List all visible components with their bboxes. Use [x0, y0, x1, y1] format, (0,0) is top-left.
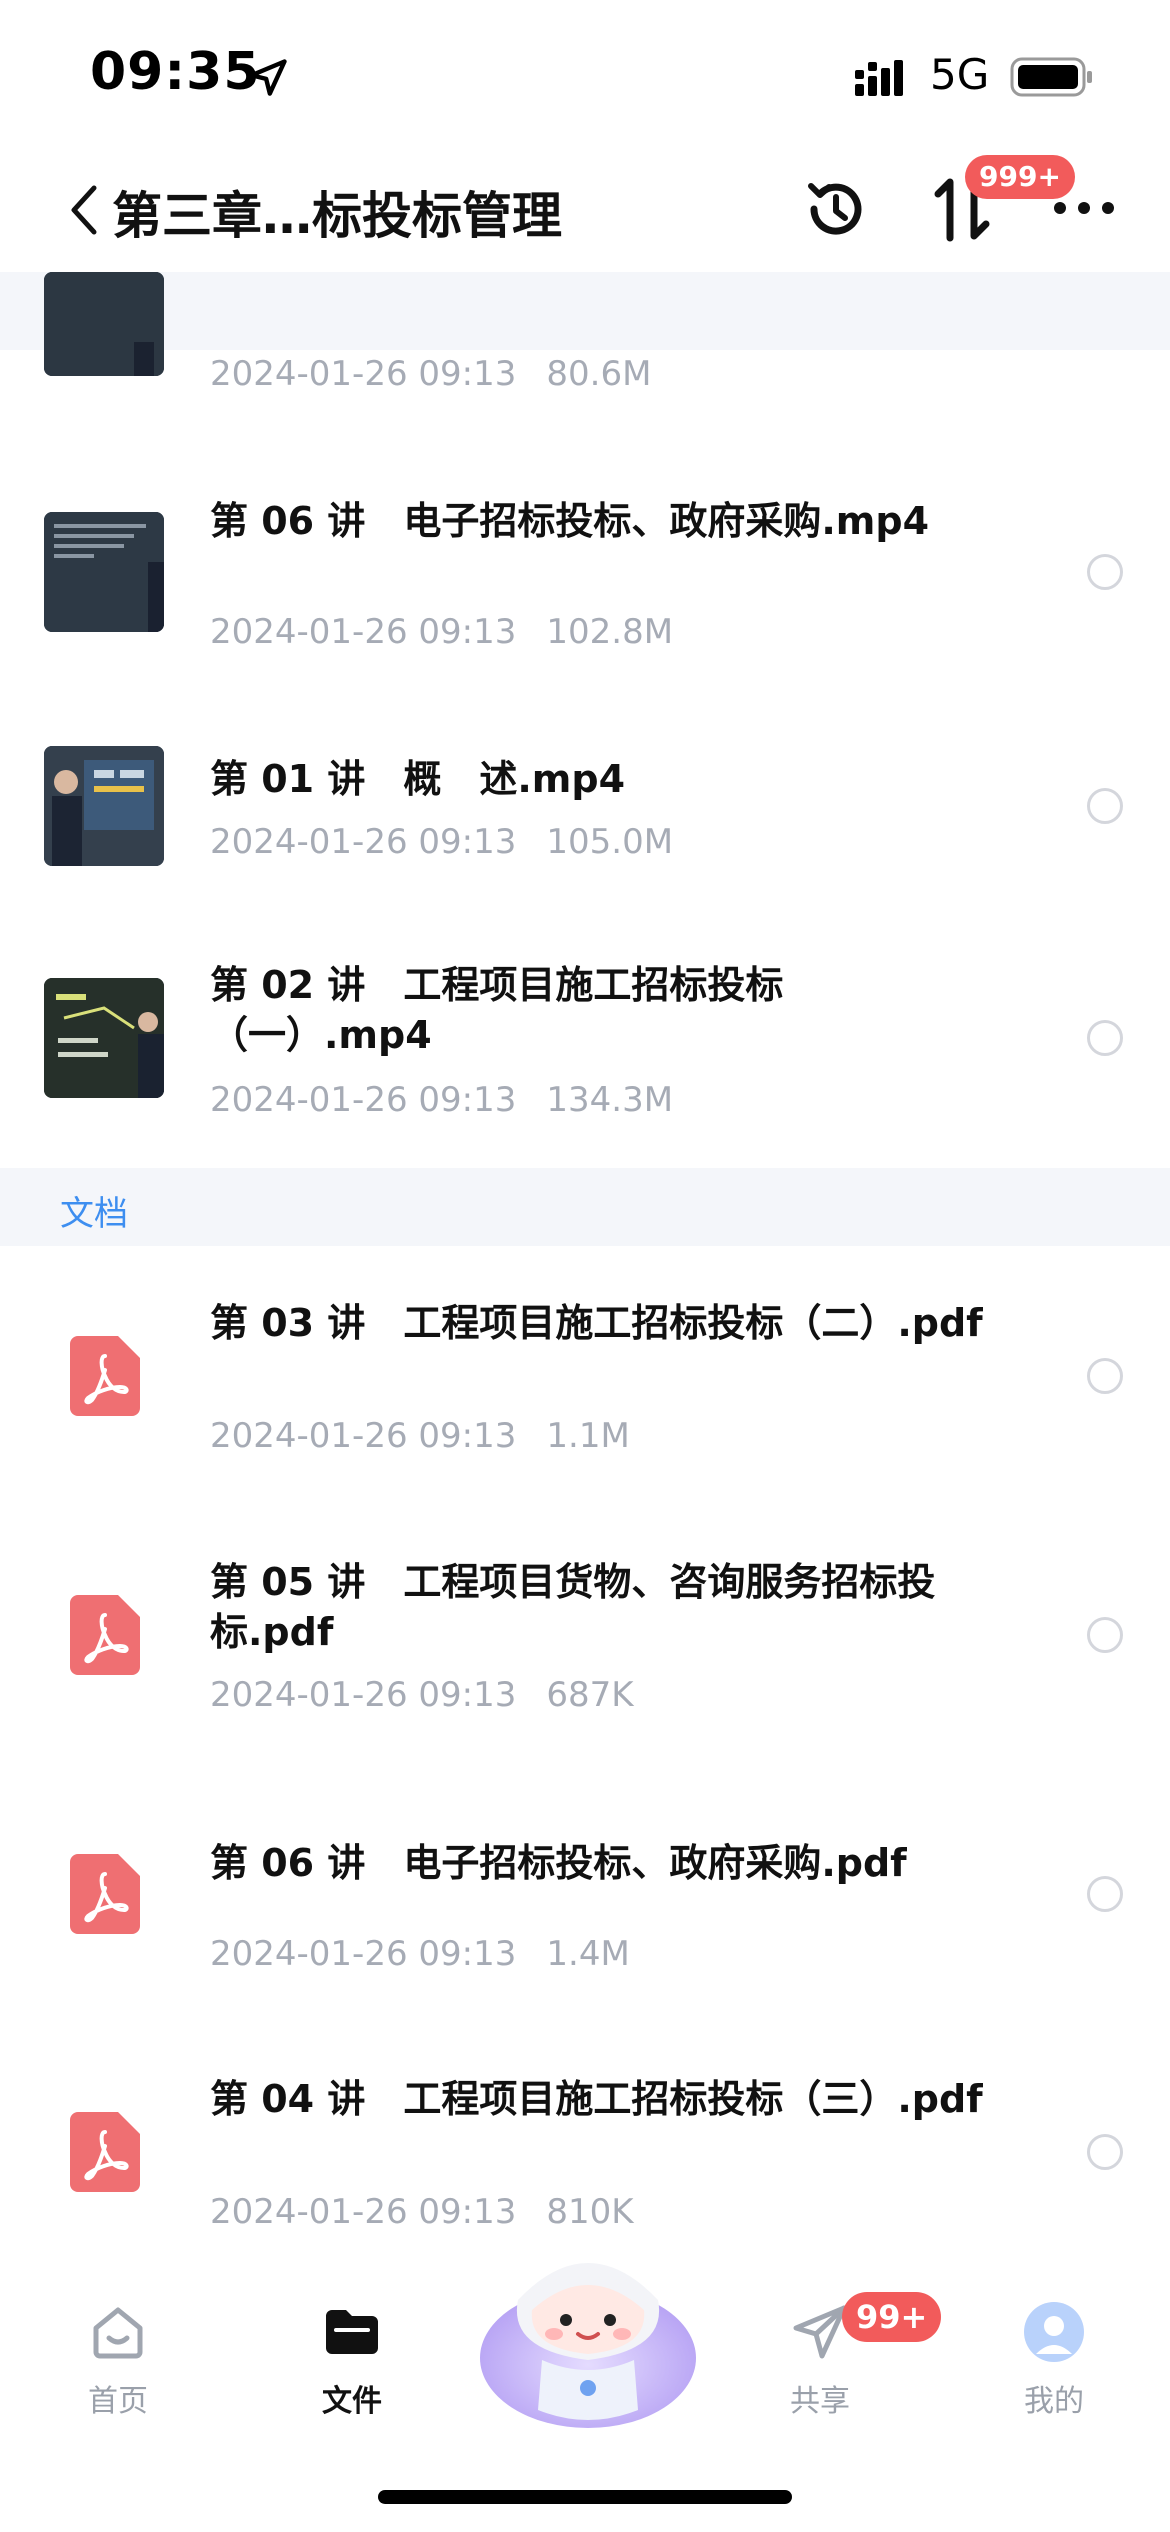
video-thumbnail [44, 272, 164, 376]
list-item[interactable]: 第 04 讲 工程项目施工招标投标（三）.pdf 2024-01-26 09:1… [0, 2072, 1170, 2252]
video-thumbnail [44, 746, 164, 866]
file-name: 第 01 讲 概 述.mp4 [210, 757, 626, 801]
avatar-icon [1024, 2302, 1084, 2362]
select-radio[interactable] [1087, 1876, 1123, 1912]
list-item[interactable]: 第 03 讲 工程项目施工招标投标（二）.pdf 2024-01-26 09:1… [0, 1296, 1170, 1476]
list-item[interactable]: 2024-01-26 09:13 80.6M [0, 272, 1170, 420]
file-meta: 2024-01-26 09:13 80.6M [210, 354, 651, 394]
file-meta: 2024-01-26 09:13 1.4M [210, 1934, 630, 1974]
list-item[interactable]: 第 02 讲 工程项目施工招标投标（一）.mp4 2024-01-26 09:1… [0, 958, 1170, 1138]
select-radio[interactable] [1087, 788, 1123, 824]
file-meta: 2024-01-26 09:13 105.0M [210, 822, 673, 862]
more-options-icon[interactable] [1052, 200, 1116, 216]
tab-files[interactable]: 文件 [292, 2300, 412, 2420]
folder-title: 第三章…标投标管理 [112, 187, 562, 245]
tab-me[interactable]: 我的 [994, 2300, 1114, 2420]
tab-home[interactable]: 首页 [58, 2300, 178, 2420]
navigation-bar: 第三章…标投标管理 999+ [0, 150, 1170, 270]
list-item[interactable]: 第 06 讲 电子招标投标、政府采购.mp4 2024-01-26 09:13 1… [0, 490, 1170, 690]
ai-assistant-mascot-icon[interactable] [478, 2230, 698, 2440]
file-date: 2024-01-26 09:13 [210, 2192, 517, 2232]
file-size: 687K [546, 1675, 634, 1715]
file-name: 第 04 讲 工程项目施工招标投标（三）.pdf [210, 2077, 983, 2121]
tab-label: 文件 [322, 2384, 382, 2419]
pdf-file-icon [70, 1595, 140, 1675]
select-radio[interactable] [1087, 1358, 1123, 1394]
pdf-file-icon [70, 2112, 140, 2192]
file-size: 102.8M [546, 612, 674, 652]
network-type: 5G [930, 50, 990, 99]
transfer-count-badge: 999+ [965, 155, 1075, 199]
video-thumbnail [44, 978, 164, 1098]
status-bar: 09:35 5G [0, 0, 1170, 150]
file-name: 第 05 讲 工程项目货物、咨询服务招标投标.pdf [210, 1560, 936, 1654]
folder-icon [326, 2310, 378, 2354]
location-arrow-icon [249, 59, 287, 96]
file-size: 105.0M [546, 822, 674, 862]
home-icon [93, 2307, 143, 2359]
status-time: 09:35 [90, 42, 261, 102]
file-size: 1.4M [546, 1934, 630, 1974]
tab-label: 首页 [88, 2384, 148, 2419]
file-size: 810K [546, 2192, 634, 2232]
file-date: 2024-01-26 09:13 [210, 1416, 517, 1456]
file-date: 2024-01-26 09:13 [210, 822, 517, 862]
file-name: 第 06 讲 电子招标投标、政府采购.mp4 [210, 499, 930, 543]
select-radio[interactable] [1087, 2134, 1123, 2170]
file-date: 2024-01-26 09:13 [210, 354, 517, 394]
file-meta: 2024-01-26 09:13 134.3M [210, 1080, 673, 1120]
file-date: 2024-01-26 09:13 [210, 1934, 517, 1974]
select-radio[interactable] [1087, 1617, 1123, 1653]
file-size: 134.3M [546, 1080, 674, 1120]
cellular-signal-icon [855, 60, 903, 96]
history-icon[interactable] [800, 174, 870, 244]
section-header-video: 视频 [0, 272, 1170, 350]
section-header-documents: 文档 [0, 1168, 1170, 1246]
tab-label: 共享 [790, 2384, 850, 2419]
pdf-file-icon [70, 1336, 140, 1416]
select-radio[interactable] [1087, 554, 1123, 590]
file-meta: 2024-01-26 09:13 1.1M [210, 1416, 630, 1456]
file-name: 第 02 讲 工程项目施工招标投标（一）.mp4 [210, 963, 784, 1057]
section-label: 文档 [60, 1194, 128, 1234]
tab-label: 我的 [1024, 2384, 1084, 2419]
video-thumbnail [44, 512, 164, 632]
pdf-file-icon [70, 1854, 140, 1934]
file-date: 2024-01-26 09:13 [210, 1675, 517, 1715]
file-date: 2024-01-26 09:13 [210, 1080, 517, 1120]
list-item[interactable]: 第 06 讲 电子招标投标、政府采购.pdf 2024-01-26 09:13 1… [0, 1818, 1170, 1978]
back-chevron-icon[interactable] [64, 180, 104, 240]
file-meta: 2024-01-26 09:13 102.8M [210, 612, 673, 652]
list-item[interactable]: 第 01 讲 概 述.mp4 2024-01-26 09:13 105.0M [0, 740, 1170, 880]
share-count-badge: 99+ [842, 2292, 942, 2342]
home-indicator [378, 2490, 792, 2504]
file-name: 第 03 讲 工程项目施工招标投标（二）.pdf [210, 1301, 983, 1345]
list-item[interactable]: 第 05 讲 工程项目货物、咨询服务招标投标.pdf 2024-01-26 09… [0, 1555, 1170, 1735]
file-date: 2024-01-26 09:13 [210, 612, 517, 652]
select-radio[interactable] [1087, 1020, 1123, 1056]
file-size: 80.6M [546, 354, 652, 394]
file-name: 第 06 讲 电子招标投标、政府采购.pdf [210, 1841, 907, 1885]
file-meta: 2024-01-26 09:13 687K [210, 1675, 634, 1715]
file-meta: 2024-01-26 09:13 810K [210, 2192, 634, 2232]
file-size: 1.1M [546, 1416, 630, 1456]
battery-icon [1010, 57, 1092, 97]
